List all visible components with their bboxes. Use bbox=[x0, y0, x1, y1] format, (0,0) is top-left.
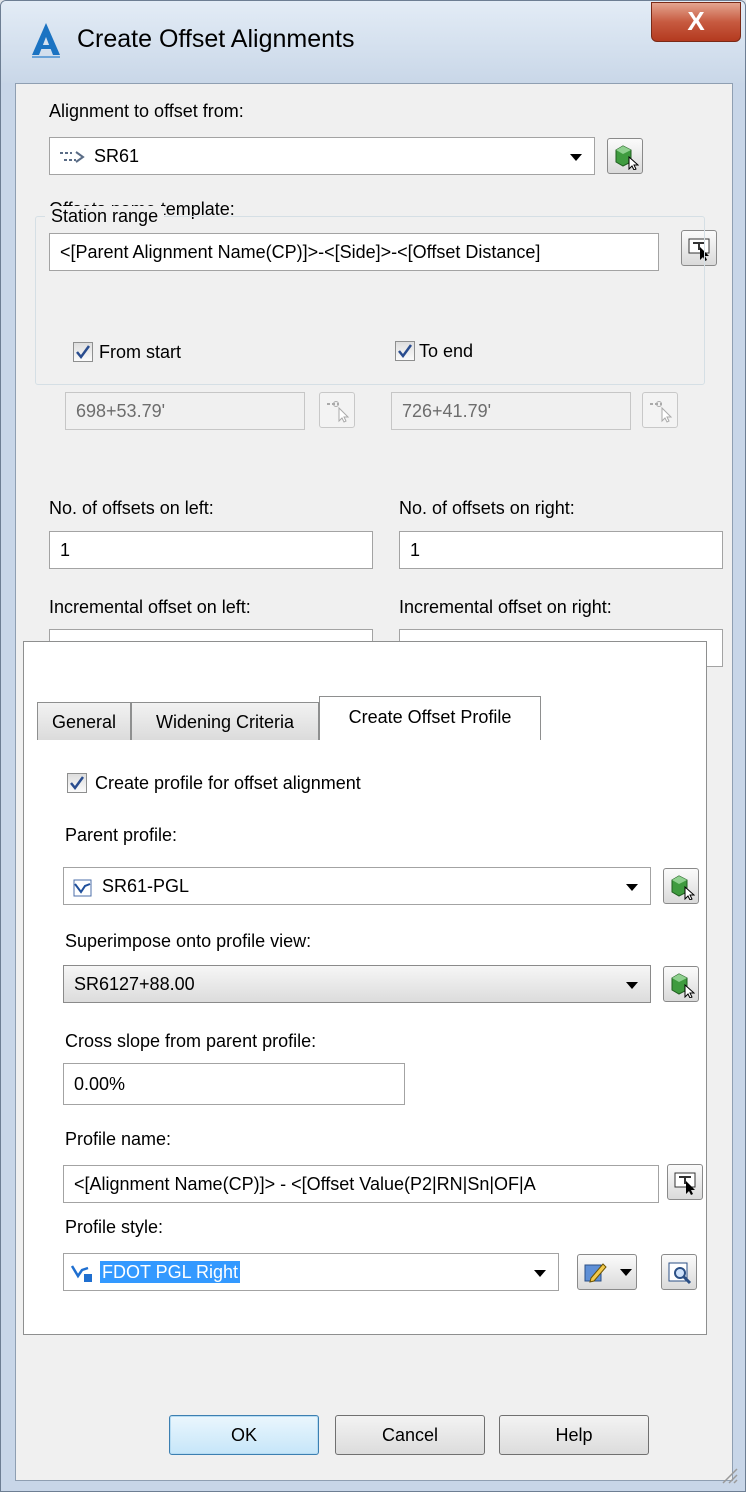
civil3d-app-icon bbox=[32, 23, 60, 58]
left-offset-count-input[interactable]: 1 bbox=[49, 531, 373, 569]
cross-slope-input[interactable]: 0.00% bbox=[63, 1063, 405, 1105]
pick-station-icon bbox=[650, 401, 673, 423]
left-offset-count-label: No. of offsets on left: bbox=[49, 498, 214, 518]
from-start-label: From start bbox=[99, 342, 182, 362]
superimpose-label: Superimpose onto profile view: bbox=[65, 931, 312, 951]
left-increment-label: Incremental offset on left: bbox=[49, 597, 251, 617]
superimpose-dropdown[interactable]: SR6127+88.00 bbox=[63, 965, 651, 1003]
checkmark-icon bbox=[70, 776, 85, 791]
chevron-down-icon bbox=[620, 1269, 632, 1276]
right-offset-count-label: No. of offsets on right: bbox=[399, 498, 575, 518]
title-bar[interactable]: Create Offset Alignments X bbox=[1, 1, 745, 83]
tab-widening-criteria[interactable]: Widening Criteria bbox=[131, 702, 319, 740]
pick-alignment-button[interactable] bbox=[607, 138, 643, 174]
pick-profile-view-button[interactable] bbox=[663, 966, 699, 1002]
to-end-checkbox[interactable] bbox=[395, 341, 415, 361]
dialog-window: Create Offset Alignments X Alignment to … bbox=[0, 0, 746, 1492]
pick-parent-profile-button[interactable] bbox=[663, 868, 699, 904]
edit-style-icon bbox=[584, 1263, 607, 1283]
superimpose-value: SR6127+88.00 bbox=[74, 974, 195, 994]
resize-grip-icon[interactable] bbox=[717, 1463, 739, 1485]
chevron-down-icon bbox=[570, 154, 582, 161]
dialog-title: Create Offset Alignments bbox=[77, 25, 355, 53]
pick-from-drawing-icon bbox=[615, 145, 639, 170]
ok-button[interactable]: OK bbox=[169, 1415, 319, 1455]
right-increment-label: Incremental offset on right: bbox=[399, 597, 612, 617]
profile-icon bbox=[73, 879, 92, 897]
pick-start-station-button[interactable] bbox=[319, 392, 355, 428]
parent-profile-dropdown[interactable]: SR61-PGL bbox=[63, 867, 651, 905]
profile-style-value: FDOT PGL Right bbox=[100, 1261, 241, 1283]
start-station-input[interactable]: 698+53.79' bbox=[65, 392, 305, 430]
alignment-icon bbox=[60, 151, 85, 163]
station-range-label: Station range bbox=[45, 206, 165, 227]
to-end-label: To end bbox=[419, 341, 474, 361]
alignment-label: Alignment to offset from: bbox=[49, 101, 244, 121]
preview-style-icon bbox=[668, 1262, 692, 1285]
parent-profile-value: SR61-PGL bbox=[102, 876, 190, 896]
pick-from-drawing-icon bbox=[671, 875, 695, 900]
checkmark-icon bbox=[398, 344, 413, 359]
pick-from-drawing-icon bbox=[671, 973, 695, 998]
profile-name-input[interactable]: <[Alignment Name(CP)]> - <[Offset Value(… bbox=[63, 1165, 659, 1203]
end-station-input[interactable]: 726+41.79' bbox=[391, 392, 631, 430]
chevron-down-icon bbox=[626, 982, 638, 989]
edit-style-button[interactable] bbox=[577, 1254, 637, 1290]
profile-style-label: Profile style: bbox=[65, 1217, 164, 1237]
tab-general[interactable]: General bbox=[37, 702, 131, 740]
cross-slope-label: Cross slope from parent profile: bbox=[65, 1031, 317, 1051]
chevron-down-icon bbox=[626, 884, 638, 891]
name-template-editor-icon bbox=[674, 1172, 696, 1195]
create-profile-checkbox[interactable] bbox=[67, 773, 87, 793]
profile-style-dropdown[interactable]: FDOT PGL Right bbox=[63, 1253, 559, 1291]
right-offset-count-input[interactable]: 1 bbox=[399, 531, 723, 569]
edit-profile-name-button[interactable] bbox=[667, 1164, 703, 1200]
cancel-button[interactable]: Cancel bbox=[335, 1415, 485, 1455]
alignment-dropdown[interactable]: SR61 bbox=[49, 137, 595, 175]
checkmark-icon bbox=[76, 345, 91, 360]
preview-style-button[interactable] bbox=[661, 1254, 697, 1290]
pick-station-icon bbox=[327, 401, 350, 423]
tab-create-offset-profile[interactable]: Create Offset Profile bbox=[319, 696, 541, 740]
alignment-value: SR61 bbox=[94, 146, 140, 166]
profile-style-icon bbox=[70, 1265, 92, 1282]
help-button[interactable]: Help bbox=[499, 1415, 649, 1455]
profile-name-label: Profile name: bbox=[65, 1129, 172, 1149]
create-profile-label: Create profile for offset alignment bbox=[95, 773, 361, 793]
pick-end-station-button[interactable] bbox=[642, 392, 678, 428]
chevron-down-icon bbox=[534, 1270, 546, 1277]
from-start-checkbox[interactable] bbox=[73, 342, 93, 362]
parent-profile-label: Parent profile: bbox=[65, 825, 178, 845]
close-button[interactable]: X bbox=[651, 2, 741, 42]
